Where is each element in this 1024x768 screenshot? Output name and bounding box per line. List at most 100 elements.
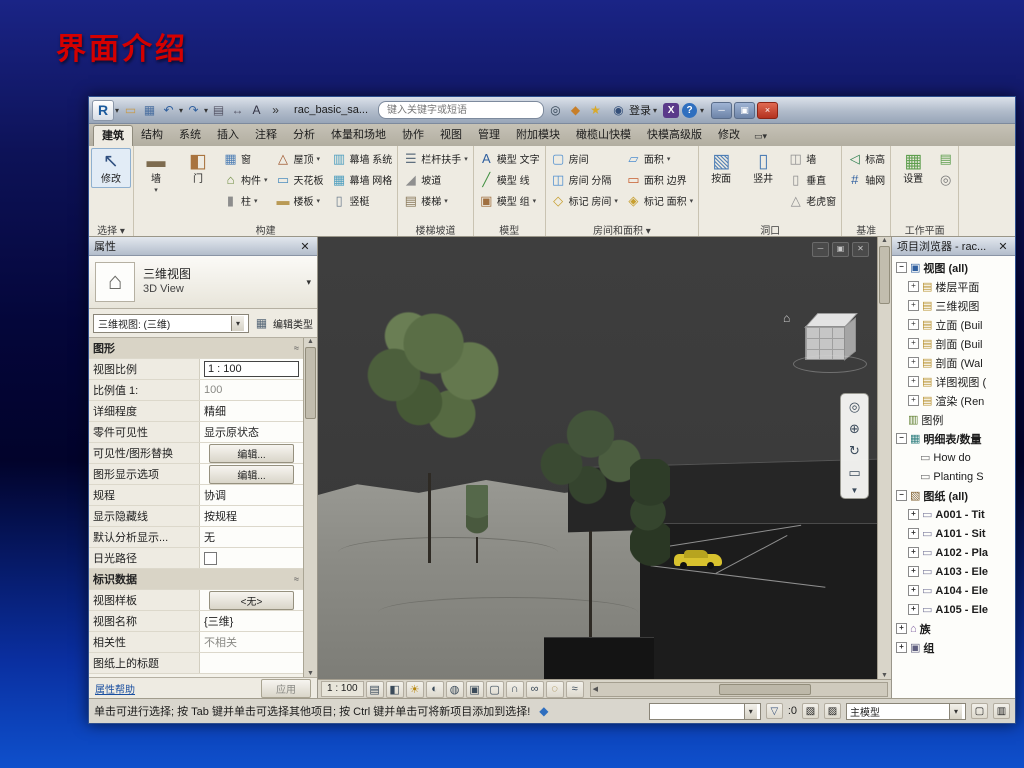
property-value[interactable]: 不相关 [200,632,303,652]
exchange-apps-button[interactable]: X [663,103,679,118]
collapse-icon[interactable]: ≈ [294,343,299,353]
tree-item-楼层平面[interactable]: +▤楼层平面 [892,277,1015,296]
viewbar-crop-view-icon[interactable]: ▣ [466,681,484,698]
ribbon-tab-管理[interactable]: 管理 [470,125,508,146]
titlebar-search-icon[interactable]: ◎ [547,102,564,119]
tree-item-A001 - Tit[interactable]: +▭A001 - Tit [892,505,1015,524]
filter-icon[interactable]: ▽ [766,703,783,719]
ribbon-tab-快模高级版[interactable]: 快模高级版 [639,125,710,146]
expand-icon[interactable]: + [908,300,919,311]
design-option-dropdown[interactable]: 主模型 ▾ [846,703,966,720]
close-button[interactable]: × [757,102,778,119]
ribbon-tab-结构[interactable]: 结构 [133,125,171,146]
collapse-icon[interactable]: − [896,490,907,501]
property-value[interactable]: 按规程 [200,506,303,526]
ribbon-button-墙[interactable]: ◫墙 [785,148,839,169]
viewbar-temp-hide-icon[interactable]: ∞ [526,681,544,698]
properties-scrollbar[interactable]: ▲ ▼ [303,338,317,677]
qat-text-icon[interactable]: A [248,102,265,119]
chevron-down-icon[interactable]: ▾ [204,106,208,115]
ribbon-button-幕墙 网格[interactable]: ▦幕墙 网格 [329,169,396,190]
expand-icon[interactable]: + [908,357,919,368]
viewbar-visual-style-icon[interactable]: ◧ [386,681,404,698]
ribbon-tab-视图[interactable]: 视图 [432,125,470,146]
ribbon-tab-附加模块[interactable]: 附加模块 [508,125,568,146]
expand-icon[interactable]: + [908,281,919,292]
tree-item-A103 - Ele[interactable]: +▭A103 - Ele [892,562,1015,581]
ribbon-button-墙[interactable]: ▬墙▾ [136,148,176,196]
property-section-图形[interactable]: 图形≈ [89,338,303,359]
property-value[interactable]: 精细 [200,401,303,421]
ribbon-button-竖梃[interactable]: ▯竖梃 [329,190,396,211]
ribbon-tab-插入[interactable]: 插入 [209,125,247,146]
ribbon-button-修改[interactable]: ↖修改 [91,148,131,188]
qat-measure-icon[interactable]: ↔ [229,102,246,119]
help-button[interactable]: ? [682,103,697,118]
ribbon-button-房间[interactable]: ▢房间 [548,148,621,169]
qat-more-icon[interactable]: » [267,102,284,119]
scroll-up-icon[interactable]: ▲ [881,237,888,244]
property-value[interactable] [200,653,303,673]
expand-icon[interactable]: + [908,604,919,615]
collapse-icon[interactable]: ≈ [294,574,299,584]
property-value[interactable]: 编辑... [200,464,303,484]
ribbon-tab-橄榄山快模[interactable]: 橄榄山快模 [568,125,639,146]
expand-icon[interactable]: + [908,547,919,558]
property-checkbox[interactable] [204,552,217,565]
tree-item-A104 - Ele[interactable]: +▭A104 - Ele [892,581,1015,600]
application-menu-button[interactable]: R ▾ [92,100,119,121]
titlebar-favorites-icon[interactable]: ★ [587,102,604,119]
property-value[interactable]: 编辑... [200,443,303,463]
collapse-icon[interactable]: − [896,262,907,273]
viewcube[interactable]: ⌂ [797,311,861,375]
ribbon-button-天花板[interactable]: ▭天花板 [273,169,327,190]
property-value[interactable]: 显示原状态 [200,422,303,442]
scroll-down-icon[interactable]: ▼ [881,672,888,679]
property-value[interactable]: 协调 [200,485,303,505]
chevron-down-icon[interactable]: ▾ [179,106,183,115]
viewbar-render-icon[interactable]: ◍ [446,681,464,698]
exclude-options-icon[interactable]: ▨ [824,703,841,719]
expand-icon[interactable]: + [908,509,919,520]
signin-button[interactable]: ◉ 登录 ▾ [607,102,660,119]
viewport-vertical-scrollbar[interactable]: ▲ ▼ [877,237,891,679]
panel-label-选择[interactable]: 选择 ▾ [89,222,133,236]
ribbon-button-老虎窗[interactable]: △老虎窗 [785,190,839,211]
minimize-button[interactable]: ─ [711,102,732,119]
zoom-icon[interactable]: ⊕ [844,419,865,439]
ribbon-button-幕墙 系统[interactable]: ▥幕墙 系统 [329,148,396,169]
ribbon-button-轴网[interactable]: #轴网 [844,169,888,190]
property-edit-button[interactable]: 编辑... [209,465,295,484]
scrollbar-thumb[interactable] [879,246,890,304]
ribbon-tab-修改[interactable]: 修改 [710,125,748,146]
panel-label-洞口[interactable]: 洞口 [699,222,841,236]
view-scale-button[interactable]: 1 : 100 [321,681,364,697]
chevron-down-icon[interactable]: ▼ [844,485,865,495]
tree-item-How do[interactable]: ▭How do [892,448,1015,467]
ribbon-tab-体量和场地[interactable]: 体量和场地 [323,125,394,146]
tree-item-组[interactable]: +▣组 [892,638,1015,657]
tree-item-图纸 (all)[interactable]: −▧图纸 (all) [892,486,1015,505]
search-input[interactable] [385,104,537,117]
ribbon-button-标记 面积[interactable]: ◈标记 面积▾ [623,190,696,211]
ribbon-tab-建筑[interactable]: 建筑 [93,125,133,146]
ribbon-tab-分析[interactable]: 分析 [285,125,323,146]
panel-label-房间和面积[interactable]: 房间和面积 ▾ [546,222,699,236]
tree-item-族[interactable]: +⌂族 [892,619,1015,638]
expand-icon[interactable]: + [908,566,919,577]
ribbon-button-面积[interactable]: ▱面积▾ [623,148,696,169]
qat-open-icon[interactable]: ▭ [122,102,139,119]
tree-item-详图视图 ([interactable]: +▤详图视图 ( [892,372,1015,391]
ribbon-button-竖井[interactable]: ▯竖井 [743,148,783,188]
property-value[interactable]: 100 [200,380,303,400]
ribbon-button-viewer-icon[interactable]: ◎ [935,169,956,190]
expand-icon[interactable]: + [908,528,919,539]
expand-icon[interactable]: + [908,395,919,406]
tree-item-A101 - Sit[interactable]: +▭A101 - Sit [892,524,1015,543]
collapse-icon[interactable]: − [896,433,907,444]
viewbar-show-crop-icon[interactable]: ▢ [486,681,504,698]
viewbar-lock-3d-icon[interactable]: ∩ [506,681,524,698]
viewport-horizontal-scrollbar[interactable]: ◀ [590,682,888,697]
viewbar-shadows-icon[interactable]: ◐ [426,681,444,698]
tree-item-剖面 (Buil[interactable]: +▤剖面 (Buil [892,334,1015,353]
